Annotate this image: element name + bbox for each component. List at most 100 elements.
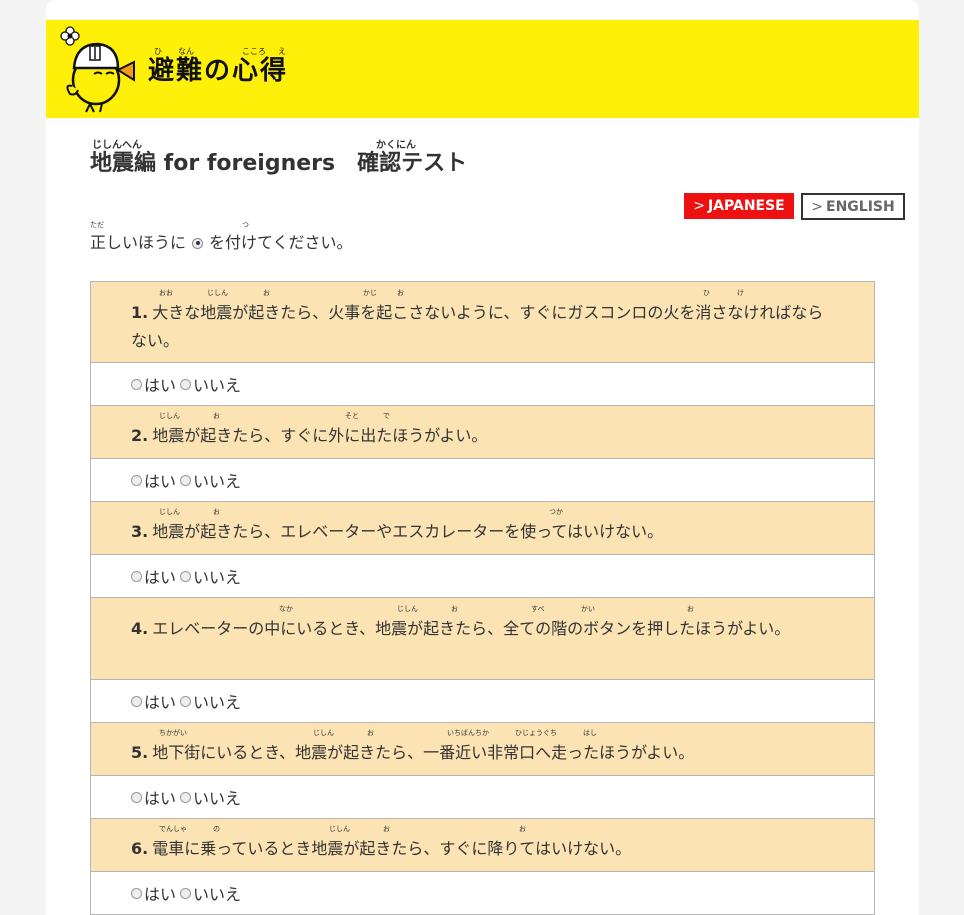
radio-icon[interactable]	[180, 695, 192, 707]
ruby: ひ	[703, 289, 710, 297]
radio-icon[interactable]	[180, 474, 192, 486]
ruby: お	[367, 729, 374, 737]
question-ruby: じしん お そと で	[131, 411, 834, 422]
japanese-language-button[interactable]: > JAPANESE	[684, 193, 794, 219]
ruby: で	[383, 412, 390, 420]
radio-icon[interactable]	[131, 570, 142, 582]
radio-icon[interactable]	[131, 378, 142, 390]
page-title: じしんへん かくにん 地震編 for foreigners 確認テスト	[90, 136, 510, 178]
instruction: ただ つ 正しいほうに を付けてください。	[90, 220, 390, 255]
english-language-button[interactable]: > ENGLISH	[801, 193, 905, 220]
title-ruby-jishinhen: じしんへん	[92, 140, 142, 151]
radio-icon[interactable]	[180, 791, 192, 803]
ruby: はし	[583, 729, 597, 737]
answer-no-label: いいえ	[193, 376, 242, 395]
question-row: でんしゃ の じしん お お 6. 電車に乗っているとき地震が起きたら、すぐに降り…	[90, 819, 875, 872]
radio-icon[interactable]	[131, 887, 142, 899]
ruby: お	[397, 289, 404, 297]
ruby: の	[213, 825, 220, 833]
answer-yes-label: はい	[144, 472, 177, 491]
answer-no-label: いいえ	[193, 693, 242, 712]
title-ruby-kakunin: かくにん	[376, 140, 416, 151]
ruby: いちばんちか	[447, 729, 489, 737]
ruby: ひじょうぐち	[515, 729, 557, 737]
question-body: 電車に乗っているとき地震が起きたら、すぐに降りてはいけない。	[152, 839, 632, 858]
ruby: け	[737, 289, 744, 297]
answer-yes-label: はい	[144, 568, 177, 587]
answer-no-option[interactable]: いいえ	[180, 372, 241, 396]
question-ruby: おお じしん お かじ お ひ け	[131, 288, 834, 299]
question-number: 1.	[131, 303, 149, 322]
answer-no-option[interactable]: いいえ	[180, 689, 241, 713]
title-part1: 地震編 for foreigners	[90, 151, 336, 176]
title-part2: 確認テスト	[357, 151, 468, 176]
answer-yes-option[interactable]: はい	[131, 372, 176, 396]
answer-yes-option[interactable]: はい	[131, 785, 176, 809]
answer-no-option[interactable]: いいえ	[180, 564, 241, 588]
question-number: 2.	[131, 426, 149, 445]
answer-yes-option[interactable]: はい	[131, 468, 176, 492]
question-body: 地震が起きたら、すぐに外に出たほうがよい。	[152, 426, 488, 445]
page: ひ なん こころ え 避難の心得 じしんへん かくにん 地震編 for fore…	[46, 0, 919, 915]
radio-icon[interactable]	[131, 474, 142, 486]
answer-yes-option[interactable]: はい	[131, 689, 176, 713]
question-text: 6. 電車に乗っているとき地震が起きたら、すぐに降りてはいけない。	[131, 835, 834, 863]
instruction-before: 正しいほうに	[90, 233, 187, 252]
english-label: ENGLISH	[826, 198, 895, 215]
chick-mascot-icon[interactable]	[56, 24, 136, 114]
question-body: 地震が起きたら、エレベーターやエスカレーターを使ってはいけない。	[152, 522, 664, 541]
radio-icon[interactable]	[131, 791, 142, 803]
question-row: なか じしん お すべ かい お 4. エレベーターの中にいるとき、地震が起きたら…	[90, 598, 875, 680]
question-text: 3. 地震が起きたら、エレベーターやエスカレーターを使ってはいけない。	[131, 518, 834, 546]
logo-ruby-e: え	[278, 47, 286, 56]
radio-icon[interactable]	[180, 887, 192, 899]
question-ruby: なか じしん お すべ かい お	[131, 604, 834, 615]
logo-ruby-nan: なん	[178, 47, 194, 56]
answer-no-option[interactable]: いいえ	[180, 468, 241, 492]
radio-icon[interactable]	[131, 695, 142, 707]
logo-ruby-kokoro: こころ	[242, 47, 266, 56]
question-number: 3.	[131, 522, 149, 541]
instruction-ruby-tada: ただ	[90, 221, 104, 229]
title-ruby: じしんへん かくにん	[90, 136, 510, 151]
answer-row: はい いいえ	[90, 363, 875, 406]
ruby: お	[213, 412, 220, 420]
ruby: お	[263, 289, 270, 297]
ruby: おお	[159, 289, 173, 297]
ruby: すべ	[531, 605, 545, 613]
ruby: じしん	[329, 825, 350, 833]
question-row: じしん お そと で 2. 地震が起きたら、すぐに外に出たほうがよい。	[90, 406, 875, 459]
answer-row: はい いいえ	[90, 459, 875, 502]
answer-no-label: いいえ	[193, 472, 242, 491]
logo-ruby: ひ なん こころ え	[148, 46, 288, 56]
answer-no-option[interactable]: いいえ	[180, 785, 241, 809]
question-number: 4.	[131, 619, 149, 638]
question-text: 2. 地震が起きたら、すぐに外に出たほうがよい。	[131, 422, 834, 450]
ruby: お	[383, 825, 390, 833]
radio-icon[interactable]	[180, 570, 192, 582]
ruby: そと	[345, 412, 359, 420]
ruby: かい	[581, 605, 595, 613]
question-number: 5.	[131, 743, 149, 762]
answer-yes-option[interactable]: はい	[131, 881, 176, 905]
question-row: ちかがい じしん お いちばんちか ひじょうぐち はし 5. 地下街にいるとき、地…	[90, 723, 875, 776]
chevron-right-icon: >	[693, 198, 705, 214]
answer-row: はい いいえ	[90, 776, 875, 819]
ruby: お	[451, 605, 458, 613]
radio-selected-icon	[192, 237, 204, 249]
ruby: お	[687, 605, 694, 613]
title-text: 地震編 for foreigners 確認テスト	[90, 150, 510, 178]
question-text: 5. 地下街にいるとき、地震が起きたら、一番近い非常口へ走ったほうがよい。	[131, 739, 834, 767]
answer-yes-option[interactable]: はい	[131, 564, 176, 588]
question-ruby: じしん お つか	[131, 507, 834, 518]
ruby: じしん	[313, 729, 334, 737]
ruby: ちかがい	[159, 729, 187, 737]
answer-no-label: いいえ	[193, 789, 242, 808]
answer-no-label: いいえ	[193, 885, 242, 904]
answer-no-option[interactable]: いいえ	[180, 881, 241, 905]
answer-row: はい いいえ	[90, 555, 875, 598]
answer-yes-label: はい	[144, 693, 177, 712]
logo[interactable]: ひ なん こころ え 避難の心得	[148, 46, 288, 86]
ruby: かじ	[363, 289, 377, 297]
radio-icon[interactable]	[180, 378, 192, 390]
